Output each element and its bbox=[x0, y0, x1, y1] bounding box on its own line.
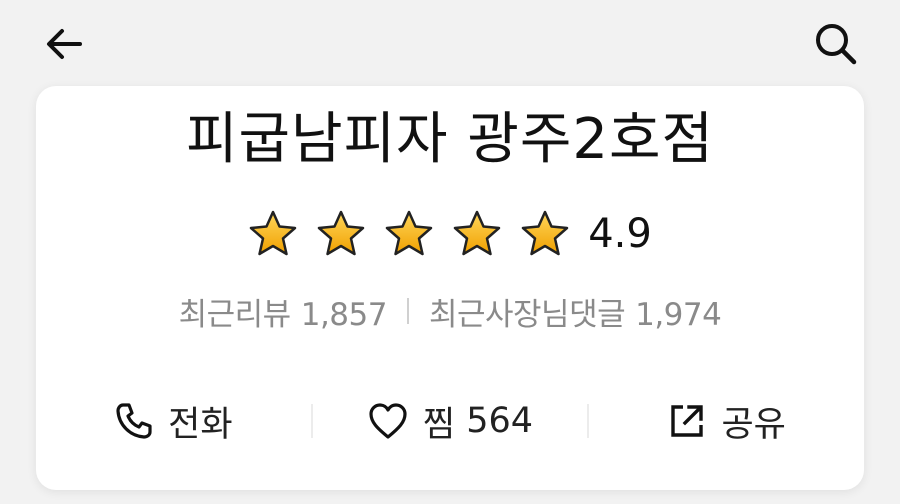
share-label: 공유 bbox=[721, 404, 786, 445]
recent-reviews-value: 1,857 bbox=[300, 296, 388, 333]
store-info-card: 피굽남피자 광주2호점 4.9 최근리뷰 1,857 최근사장님댓글 1,974 전… bbox=[36, 86, 864, 490]
divider bbox=[406, 298, 409, 324]
heart-icon bbox=[369, 403, 407, 439]
search-icon bbox=[816, 24, 857, 65]
star-icon bbox=[521, 210, 569, 256]
star-icon bbox=[453, 210, 501, 256]
rating-value: 4.9 bbox=[588, 211, 652, 257]
like-label: 찜 bbox=[422, 404, 456, 445]
action-bar: 전화 찜 564 공유 bbox=[36, 386, 864, 456]
recent-reviews-label: 최근리뷰 bbox=[178, 296, 292, 333]
owner-replies-label: 최근사장님댓글 bbox=[428, 296, 626, 333]
arrow-left-icon bbox=[47, 29, 82, 59]
share-button[interactable]: 공유 bbox=[589, 386, 864, 456]
owner-replies[interactable]: 최근사장님댓글 1,974 bbox=[428, 289, 722, 334]
back-button[interactable] bbox=[36, 16, 92, 72]
store-name: 피굽남피자 광주2호점 bbox=[185, 107, 715, 172]
phone-icon bbox=[116, 403, 152, 439]
call-label: 전화 bbox=[168, 404, 233, 445]
star-rating bbox=[248, 209, 570, 259]
like-button[interactable]: 찜 564 bbox=[313, 386, 588, 456]
recent-reviews[interactable]: 최근리뷰 1,857 bbox=[178, 289, 388, 334]
star-icon bbox=[317, 210, 365, 256]
like-count: 564 bbox=[466, 401, 534, 441]
top-bar bbox=[0, 0, 900, 90]
review-counts: 최근리뷰 1,857 최근사장님댓글 1,974 bbox=[36, 286, 864, 336]
rating-row: 4.9 bbox=[36, 204, 864, 264]
owner-replies-value: 1,974 bbox=[635, 296, 722, 333]
search-button[interactable] bbox=[808, 16, 864, 72]
call-button[interactable]: 전화 bbox=[36, 386, 311, 456]
star-icon bbox=[249, 210, 297, 256]
star-icon bbox=[385, 210, 433, 256]
share-icon bbox=[671, 405, 704, 437]
